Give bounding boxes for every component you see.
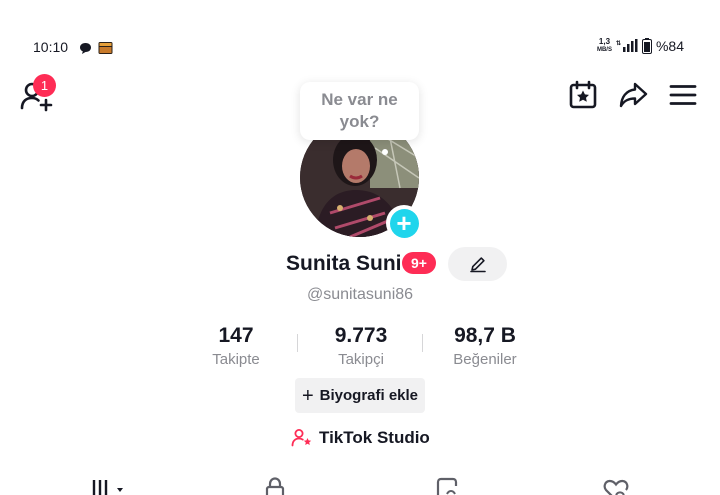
profile-stats: 147 Takipte 9.773 Takipçi 98,7 B Beğenil… xyxy=(0,323,720,373)
stat-label: Takipçi xyxy=(338,351,384,368)
tiktok-studio-link[interactable]: TikTok Studio xyxy=(291,428,430,448)
tooltip-line-2: yok? xyxy=(339,112,380,131)
username: @sunitasuni86 xyxy=(306,286,414,303)
notification-badge: 1 xyxy=(33,74,56,97)
avatar-add-button[interactable]: + xyxy=(386,205,422,241)
battery-icon xyxy=(641,38,652,54)
bookmark-eye-icon xyxy=(436,477,458,495)
add-bio-label: Biyografi ekle xyxy=(319,387,419,404)
add-bio-button[interactable]: + Biyografi ekle xyxy=(295,378,425,413)
tab-videos[interactable] xyxy=(90,474,130,495)
tab-private[interactable] xyxy=(262,474,290,495)
share-icon[interactable] xyxy=(618,80,648,110)
status-time: 10:10 xyxy=(33,39,69,55)
stat-following[interactable]: 147 Takipte xyxy=(171,323,301,371)
status-right-icons: 1,3 MB/S ⇅ %84 xyxy=(597,38,684,54)
tooltip-line-1: Ne var ne xyxy=(321,90,398,109)
grid-icon xyxy=(92,480,123,495)
stat-value: 98,7 B xyxy=(454,324,516,347)
calendar-star-icon[interactable] xyxy=(568,80,598,110)
status-bar: 10:10 1,3 MB/S ⇅ %84 xyxy=(0,0,720,60)
message-bubble-icon xyxy=(80,42,91,54)
display-name: Sunita Suni xyxy=(286,252,402,275)
status-tooltip[interactable]: Ne var ne yok? xyxy=(300,82,419,140)
stat-followers[interactable]: 9.773 Takipçi xyxy=(296,323,426,371)
status-notification-icons xyxy=(79,41,113,55)
profile-content-tabs xyxy=(0,468,720,495)
network-speed: 1,3 MB/S xyxy=(596,37,612,54)
pencil-icon xyxy=(469,257,486,273)
edit-profile-button[interactable] xyxy=(448,247,507,281)
stat-value: 9.773 xyxy=(334,324,388,347)
stat-label: Beğeniler xyxy=(453,351,517,368)
plus-icon: + xyxy=(301,384,314,407)
heart-eye-icon xyxy=(603,479,629,495)
name-badge[interactable]: 9+ xyxy=(402,252,436,274)
top-right-actions xyxy=(568,80,698,110)
signal-icon: ⇅ xyxy=(616,39,638,52)
name-row: Sunita Suni 9+ xyxy=(0,247,720,281)
svg-text:⇅: ⇅ xyxy=(616,40,621,47)
battery-percent: %84 xyxy=(655,38,684,54)
stat-label: Takipte xyxy=(212,351,260,368)
lock-icon xyxy=(265,477,285,495)
menu-icon[interactable] xyxy=(668,80,698,110)
tab-reposts[interactable] xyxy=(434,474,462,495)
tiktok-studio-label: TikTok Studio xyxy=(319,428,430,447)
clapperboard-icon xyxy=(98,42,113,54)
tab-liked[interactable] xyxy=(602,474,630,495)
stat-likes[interactable]: 98,7 B Beğeniler xyxy=(420,323,550,371)
studio-user-star-icon xyxy=(291,429,312,447)
plus-icon: + xyxy=(389,208,419,238)
tooltip-pointer xyxy=(382,149,388,155)
stat-value: 147 xyxy=(218,324,254,347)
